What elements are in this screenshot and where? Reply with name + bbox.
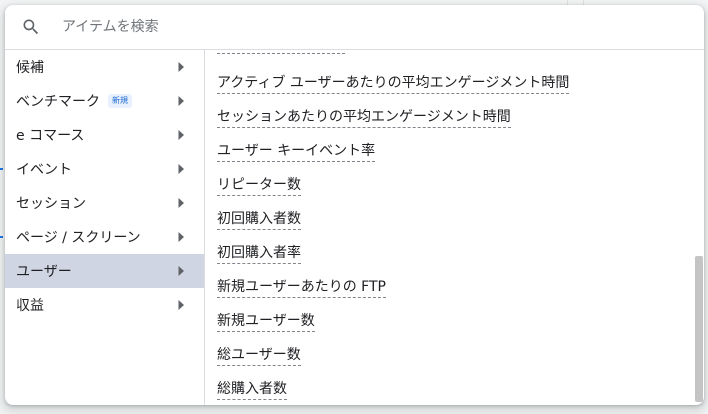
metric-item[interactable]: リピーター数: [217, 176, 301, 196]
chevron-right-icon: [178, 232, 184, 242]
metric-item[interactable]: 総ユーザー数: [217, 346, 301, 366]
metric-item[interactable]: 新規ユーザーあたりの FTP: [217, 278, 386, 298]
category-label: e コマース: [16, 128, 85, 144]
category-label: 収益: [16, 298, 44, 314]
category-label: 候補: [16, 60, 44, 76]
search-input[interactable]: [62, 14, 662, 40]
scrollbar-track[interactable]: [694, 50, 704, 405]
scrollbar-thumb[interactable]: [695, 256, 703, 402]
background-accent: [0, 236, 3, 238]
metric-item[interactable]: 総購入者数: [217, 380, 287, 400]
category-item[interactable]: e コマース: [5, 118, 204, 152]
category-item[interactable]: セッション: [5, 186, 204, 220]
category-item[interactable]: ベンチマーク 新規: [5, 84, 204, 118]
category-item[interactable]: 収益: [5, 288, 204, 322]
metric-item[interactable]: ユーザー キーイベント率: [217, 142, 376, 162]
category-item[interactable]: 候補: [5, 50, 204, 84]
metric-item[interactable]: アクティブ ユーザーあたりの平均エンゲージメント時間: [217, 74, 570, 94]
category-list: 候補ベンチマーク 新規 e コマース イベントセッションページ / スクリーン ユーザー…: [5, 50, 205, 405]
category-item[interactable]: ユーザー: [5, 254, 204, 288]
chevron-right-icon: [178, 266, 184, 276]
new-badge: 新規: [108, 94, 132, 108]
metric-item[interactable]: 初回購入者数: [217, 210, 301, 230]
chevron-right-icon: [178, 198, 184, 208]
category-label: セッション: [16, 196, 86, 212]
chevron-right-icon: [178, 62, 184, 72]
metric-item[interactable]: 新規ユーザー数: [217, 312, 315, 332]
category-label: ページ / スクリーン: [16, 230, 141, 246]
category-label: イベント: [16, 162, 72, 178]
background-accent: [0, 168, 3, 170]
chevron-right-icon: [178, 300, 184, 310]
category-label: ベンチマーク: [16, 94, 100, 110]
category-label: ユーザー: [16, 264, 72, 280]
search-bar: [5, 5, 704, 50]
metric-item-partial[interactable]: [217, 50, 345, 54]
chevron-right-icon: [178, 130, 184, 140]
search-icon: [23, 19, 39, 35]
category-item[interactable]: ページ / スクリーン: [5, 220, 204, 254]
category-item[interactable]: イベント: [5, 152, 204, 186]
metric-item[interactable]: セッションあたりの平均エンゲージメント時間: [217, 108, 511, 128]
chevron-right-icon: [178, 164, 184, 174]
chevron-right-icon: [178, 96, 184, 106]
metric-list: アクティブ ユーザーあたりの平均エンゲージメント時間 セッションあたりの平均エンゲ…: [205, 50, 704, 405]
metric-item[interactable]: 初回購入者率: [217, 244, 301, 264]
item-picker-dropdown: 候補ベンチマーク新規e コマースイベントセッションページ / スクリーンユーザー…: [5, 5, 704, 405]
